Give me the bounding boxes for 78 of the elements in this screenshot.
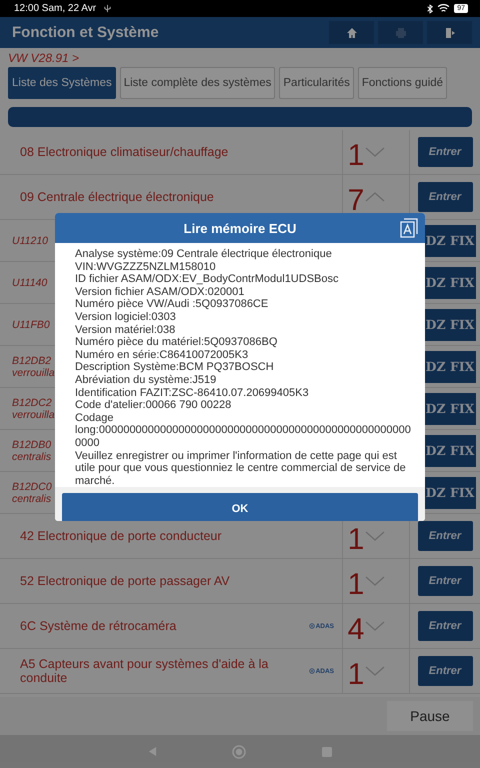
fault-code: B12DC2 (12, 396, 53, 408)
exit-button[interactable] (427, 21, 472, 44)
system-name: 42 Electronique de porte conducteur (20, 529, 223, 543)
tab[interactable]: Liste complète des systèmes (120, 67, 276, 99)
fault-code: U11140 (12, 276, 48, 288)
back-icon[interactable] (148, 746, 157, 757)
info-line: Version logiciel:0303 (75, 310, 177, 324)
dz-fix-button[interactable]: DZ FIX (424, 392, 476, 424)
screen-title: Fonction et Système (12, 24, 159, 41)
home-button[interactable] (329, 21, 374, 44)
pause-button[interactable]: Pause (387, 701, 473, 731)
fault-count: 7 (347, 186, 365, 216)
fault-count: 1 (347, 525, 365, 555)
enter-button[interactable]: Entrer (418, 611, 472, 641)
fault-count: 1 (347, 660, 365, 690)
fault-description: verrouilla (12, 408, 55, 420)
fault-code: U11210 (12, 234, 48, 246)
enter-button[interactable]: Entrer (418, 137, 472, 167)
info-line: Analyse système:09 Centrale électrique électronique (75, 248, 333, 261)
chevron-down-icon[interactable] (365, 666, 385, 676)
home-icon[interactable] (232, 744, 246, 758)
chevron-up-icon[interactable] (365, 192, 385, 202)
usb-icon (103, 4, 112, 13)
info-line: Identification FAZIT:ZSC-86410.07.20699405K3 (75, 386, 310, 400)
dialog-title: Lire mémoire ECU (184, 220, 296, 236)
chevron-down-icon[interactable] (365, 531, 385, 541)
fault-count: 1 (347, 570, 365, 600)
info-line: VIN:WVGZZZ5NZLM158010 (75, 260, 217, 274)
tab[interactable]: Particularités (279, 67, 354, 99)
info-line: Veuillez enregistrer ou imprimer l'information de cette page qui est utile pour que vous questionniez le centre commercial de service de marché. (75, 450, 407, 488)
system-name: 6C Système de rétrocaméra (20, 619, 178, 633)
fault-description: verrouilla (12, 366, 55, 378)
info-line: Codage long:0000000000000000000000000000000000000000000000000000000 (75, 412, 411, 450)
info-line: Description Système:BCM PQ37BOSCH (75, 361, 275, 374)
home-icon (346, 26, 358, 38)
fault-code: B12DB0 (12, 438, 52, 450)
document-icon[interactable] (400, 218, 418, 238)
info-line: ID fichier ASAM/ODX:EV_BodyContrModul1UDSBosc (75, 273, 340, 286)
fault-count: 4 (347, 615, 365, 645)
system-name: 08 Electronique climatiseur/chauffage (20, 145, 230, 159)
recents-icon[interactable] (322, 746, 332, 756)
dz-fix-button[interactable]: DZ FIX (424, 224, 476, 256)
enter-button[interactable]: Entrer (418, 566, 472, 596)
enter-button[interactable]: Entrer (418, 182, 472, 212)
wifi-icon (437, 4, 450, 13)
fault-code: B12DC0 (12, 480, 52, 492)
tab[interactable]: Fonctions guidé (358, 67, 448, 99)
info-line: Abréviation du système:J519 (75, 374, 218, 387)
info-line: Version fichier ASAM/ODX:020001 (75, 286, 246, 298)
chevron-down-icon[interactable] (365, 147, 385, 157)
exit-icon (444, 26, 456, 38)
system-name: 52 Electronique de porte passager AV (20, 574, 231, 588)
enter-button[interactable]: Entrer (418, 521, 472, 551)
system-name: 09 Centrale électrique électronique (20, 190, 215, 204)
fault-code: U11FB0 (12, 318, 50, 330)
chevron-down-icon[interactable] (365, 576, 385, 586)
system-name: A5 Capteurs avant pour systèmes d'aide à la conduite (20, 657, 270, 685)
info-line: Numéro pièce du matériel:5Q0937086BQ (75, 336, 278, 349)
info-line: Code d'atelier:00066 790 00228 (75, 399, 232, 412)
dz-fix-button[interactable]: DZ FIX (424, 308, 476, 340)
fault-description: centralis (12, 492, 52, 504)
fault-count: 1 (347, 141, 365, 171)
chevron-down-icon[interactable] (365, 621, 385, 631)
fault-description: centralis (12, 450, 52, 462)
dz-fix-button[interactable]: DZ FIX (424, 266, 476, 298)
ok-button[interactable]: OK (62, 493, 418, 521)
dz-fix-button[interactable]: DZ FIX (424, 350, 476, 382)
info-line: Numéro pièce VW/Audi :5Q0937086CE (75, 298, 270, 311)
dz-fix-button[interactable]: DZ FIX (424, 434, 476, 466)
bluetooth-icon (427, 4, 434, 14)
enter-button[interactable]: Entrer (418, 656, 472, 686)
status-time: 12:00 Sam, 22 Avr (14, 3, 96, 14)
info-line: Numéro en série:C86410072005K3 (75, 348, 250, 362)
dz-fix-button[interactable]: DZ FIX (424, 476, 476, 508)
breadcrumb[interactable]: VW V28.91 > (0, 48, 480, 66)
fault-code: B12DB2 (12, 354, 52, 366)
tab[interactable]: Liste des Systèmes (8, 67, 116, 99)
info-line: Version matériel:038 (75, 324, 176, 336)
